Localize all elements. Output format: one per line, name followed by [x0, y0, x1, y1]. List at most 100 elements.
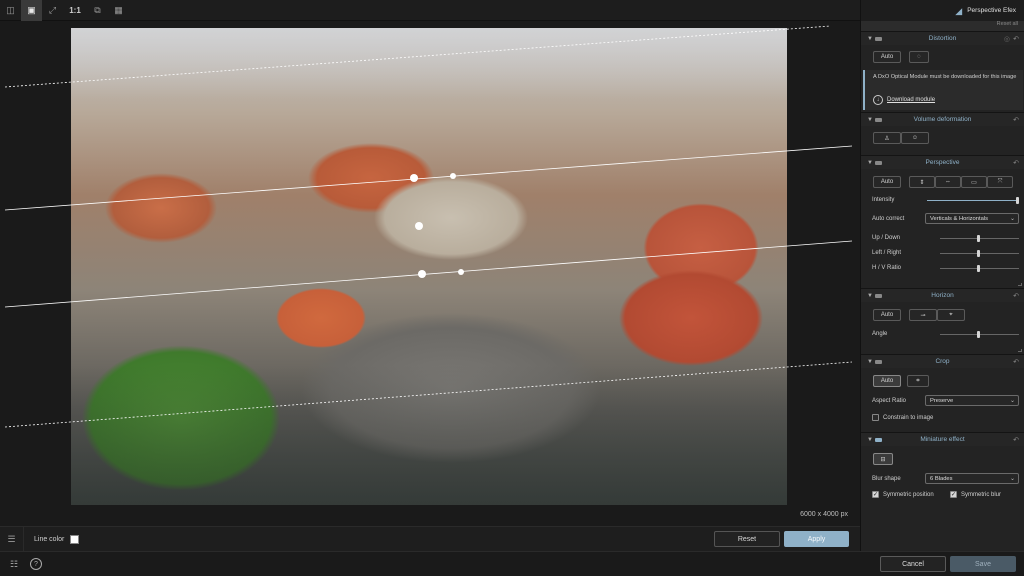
right-panel: ◢ Perspective Efex Reset all ▼ Distortio… — [860, 0, 1024, 551]
reset-all-link[interactable]: Reset all — [861, 21, 1024, 31]
crop-header[interactable]: ▼ Crop ↶ — [861, 355, 1024, 368]
distortion-title: Distortion — [928, 35, 957, 42]
crop-icon[interactable]: ⌗ — [907, 375, 929, 387]
image-dimensions: 6000 x 4000 px — [800, 511, 848, 518]
perspective-header[interactable]: ▼ Perspective ↶ — [861, 156, 1024, 169]
line-color-bar: ☰ Line color Reset Apply — [0, 526, 860, 552]
app-title: Perspective Efex — [967, 7, 1016, 14]
blur-shape-value: 6 Blades — [930, 475, 953, 482]
symmetric-position-label: Symmetric position — [883, 492, 934, 498]
section-distortion: ▼ Distortion ◎ ↶ Auto ◌ A DxO Optical Mo… — [861, 31, 1024, 112]
miniature-tool-icon[interactable]: ⊟ — [873, 453, 893, 465]
volume-title: Volume deformation — [913, 116, 972, 123]
save-button[interactable]: Save — [950, 556, 1016, 572]
undo-icon[interactable]: ↶ — [1013, 358, 1019, 366]
zoom-1-1-button[interactable]: 1:1 — [63, 0, 87, 21]
module-notice: A DxO Optical Module must be downloaded … — [863, 70, 1023, 110]
vertical-lines-icon[interactable]: ⇕ — [909, 176, 935, 188]
line-color-swatch[interactable] — [70, 534, 80, 544]
left-right-label: Left / Right — [872, 250, 902, 256]
aspect-ratio-value: Preserve — [930, 397, 954, 404]
fit-screen-icon[interactable]: ⤢ — [42, 0, 63, 21]
volume-face-icon[interactable]: ☺ — [901, 132, 929, 144]
chevron-down-icon: ⌄ — [1009, 476, 1015, 482]
constrain-checkbox[interactable] — [872, 414, 879, 421]
module-notice-text: A DxO Optical Module must be downloaded … — [873, 74, 1017, 80]
undo-icon[interactable]: ↶ — [1013, 35, 1019, 43]
control-point — [415, 222, 423, 230]
symmetric-position-checkbox[interactable]: ✓ — [872, 491, 879, 498]
resize-handle[interactable] — [1018, 283, 1022, 286]
settings-sliders-icon[interactable]: ☷ — [8, 558, 20, 570]
constrain-label: Constrain to image — [883, 415, 934, 421]
eight-point-icon[interactable]: ⤧ — [987, 176, 1013, 188]
volume-header[interactable]: ▼ Volume deformation ↶ — [861, 113, 1024, 126]
sliders-icon[interactable]: ☰ — [0, 526, 24, 552]
section-horizon: ▼ Horizon ↶ Auto ⊸ ⌖ Angle — [861, 288, 1024, 354]
guide-line-top — [4, 25, 831, 88]
left-right-slider-thumb[interactable] — [977, 250, 980, 257]
miniature-title: Miniature effect — [920, 436, 965, 443]
up-down-slider-thumb[interactable] — [977, 235, 980, 242]
control-point — [450, 173, 456, 179]
undo-icon[interactable]: ↶ — [1013, 292, 1019, 300]
volume-person-icon[interactable]: ♙ — [873, 132, 901, 144]
horizontal-lines-icon[interactable]: ⇔ — [935, 176, 961, 188]
resize-handle[interactable] — [1018, 349, 1022, 352]
apply-button[interactable]: Apply — [784, 531, 849, 547]
horizon-auto-button[interactable]: Auto — [873, 309, 901, 321]
undo-icon[interactable]: ↶ — [1013, 116, 1019, 124]
blur-shape-label: Blur shape — [872, 476, 901, 482]
symmetric-blur-checkbox[interactable]: ✓ — [950, 491, 957, 498]
top-toolbar: ◫ ▣ ⤢ 1:1 ⧉ ▦ — [0, 0, 860, 21]
app-window: ◫ ▣ ⤢ 1:1 ⧉ ▦ 6000 x 4000 px ☰ Line colo… — [0, 0, 1024, 576]
help-icon[interactable]: ? — [30, 558, 42, 570]
download-icon[interactable]: ↓ — [873, 95, 883, 105]
perspective-efex-logo-icon: ◢ — [955, 5, 963, 16]
cancel-button[interactable]: Cancel — [880, 556, 946, 572]
up-down-label: Up / Down — [872, 235, 901, 241]
dxo-module-icon[interactable]: ◌ — [909, 51, 929, 63]
grid-icon[interactable]: ▦ — [108, 0, 129, 21]
compare-icon[interactable]: ◫ — [0, 0, 21, 21]
section-crop: ▼ Crop ↶ Auto ⌗ Aspect Ratio Preserve ⌄ … — [861, 354, 1024, 432]
undo-icon[interactable]: ↶ — [1013, 159, 1019, 167]
split-view-icon[interactable]: ⧉ — [87, 0, 108, 21]
panel-header: ◢ Perspective Efex — [861, 0, 1024, 21]
guide-line-upper — [4, 145, 853, 211]
control-point — [410, 174, 418, 182]
aspect-ratio-dropdown[interactable]: Preserve ⌄ — [925, 395, 1019, 406]
reset-button[interactable]: Reset — [714, 531, 780, 547]
guide-line-lower — [4, 240, 853, 308]
intensity-slider-thumb[interactable] — [1016, 197, 1019, 204]
perspective-auto-button[interactable]: Auto — [873, 176, 901, 188]
control-point — [418, 270, 426, 278]
section-perspective: ▼ Perspective ↶ Auto ⇕ ⇔ ▭ ⤧ Intensity A… — [861, 155, 1024, 288]
horizon-crosshair-icon[interactable]: ⌖ — [937, 309, 965, 321]
crop-title: Crop — [935, 358, 950, 365]
section-miniature: ▼ Miniature effect ↶ ⊟ Blur shape 6 Blad… — [861, 432, 1024, 507]
image-view-icon[interactable]: ▣ — [21, 0, 42, 21]
horizon-header[interactable]: ▼ Horizon ↶ — [861, 289, 1024, 302]
miniature-header[interactable]: ▼ Miniature effect ↶ — [861, 433, 1024, 446]
perspective-guides[interactable] — [0, 21, 860, 526]
perspective-title: Perspective — [925, 159, 960, 166]
undo-icon[interactable]: ↶ — [1013, 436, 1019, 444]
status-bar: ☷ ? — [0, 551, 1024, 576]
intensity-slider[interactable] — [927, 200, 1019, 201]
info-icon: ◎ — [1003, 35, 1010, 43]
guide-line-bottom — [4, 361, 853, 428]
angle-slider-thumb[interactable] — [977, 331, 980, 338]
hv-ratio-slider-thumb[interactable] — [977, 265, 980, 272]
distortion-auto-button[interactable]: Auto — [873, 51, 901, 63]
auto-correct-dropdown[interactable]: Verticals & Horizontals ⌄ — [925, 213, 1019, 224]
distortion-header[interactable]: ▼ Distortion ◎ ↶ — [861, 32, 1024, 45]
crop-auto-button[interactable]: Auto — [873, 375, 901, 387]
download-module-link[interactable]: Download module — [887, 97, 935, 103]
hv-ratio-label: H / V Ratio — [872, 265, 902, 271]
rectangle-icon[interactable]: ▭ — [961, 176, 987, 188]
horizon-line-icon[interactable]: ⊸ — [909, 309, 937, 321]
blur-shape-dropdown[interactable]: 6 Blades ⌄ — [925, 473, 1019, 484]
image-canvas[interactable]: 6000 x 4000 px — [0, 21, 860, 526]
horizon-title: Horizon — [931, 292, 954, 299]
